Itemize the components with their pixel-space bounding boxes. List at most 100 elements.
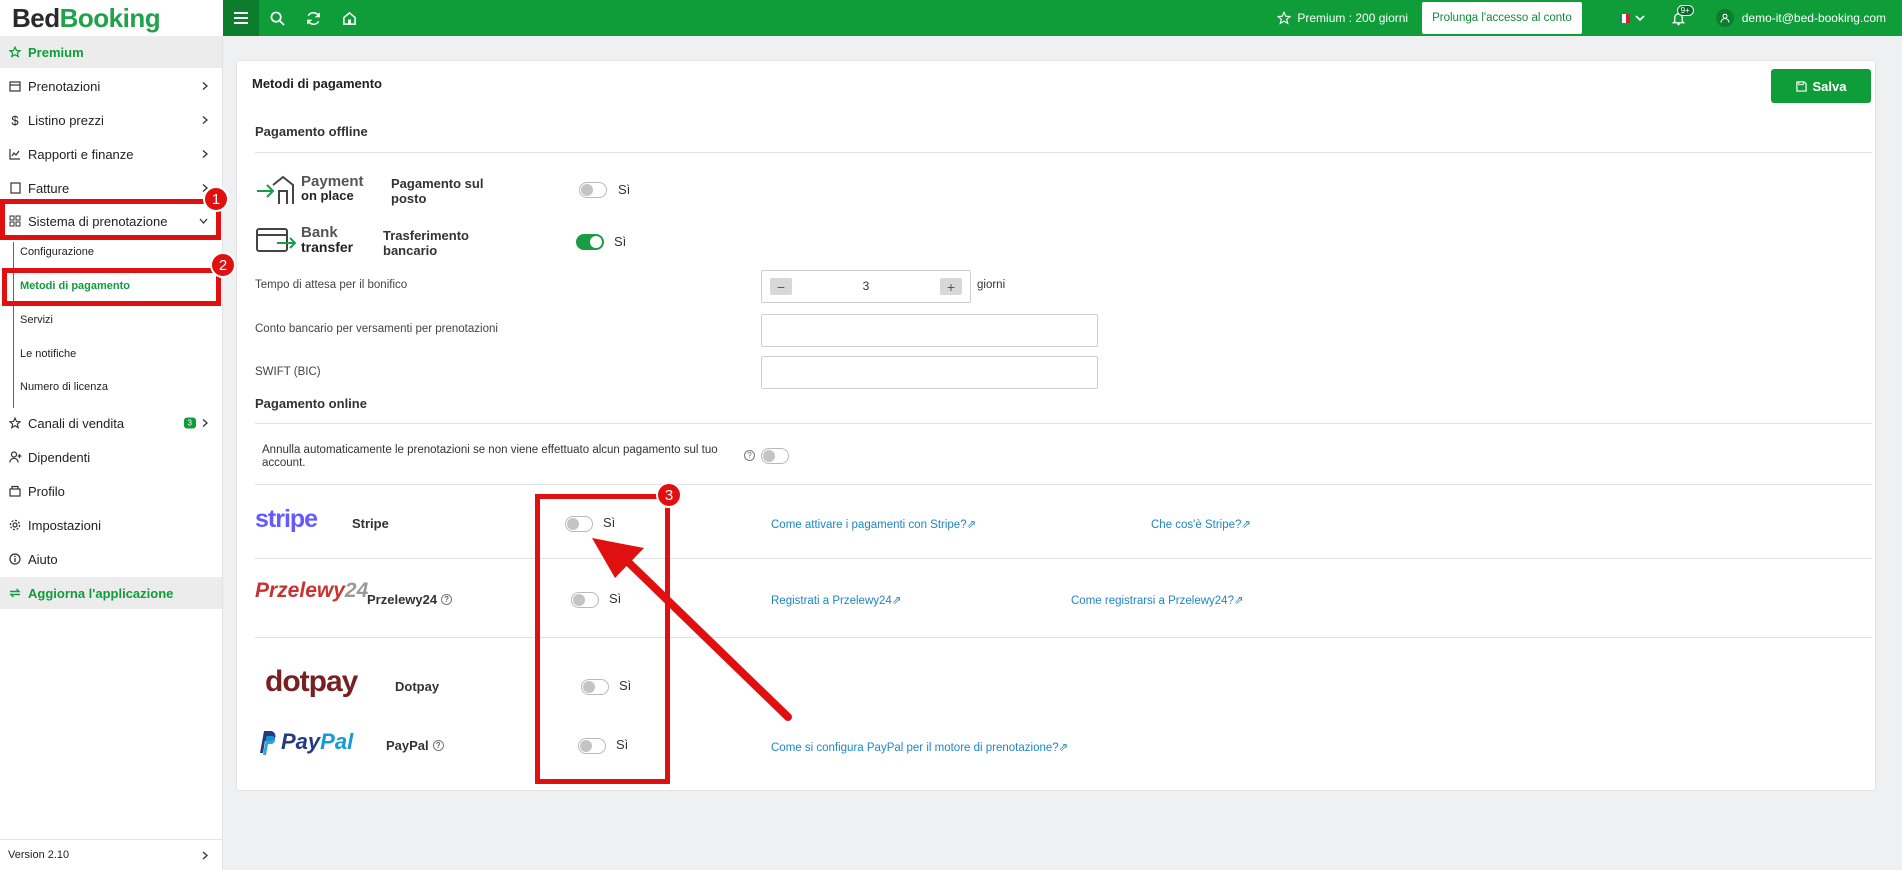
swift-input[interactable] [761, 356, 1098, 389]
chevron-down-icon [1635, 14, 1645, 21]
payment-on-place-name: Pagamento sul posto [391, 176, 484, 206]
bank-transfer-logo: Bank transfer [255, 225, 353, 255]
refresh-button[interactable] [295, 0, 331, 36]
chevron-right-icon [202, 82, 208, 91]
wait-time-value[interactable]: 3 [762, 279, 970, 293]
logo[interactable]: BedBooking [12, 3, 161, 34]
annotation-number-1: 1 [203, 186, 229, 212]
search-button[interactable] [259, 0, 295, 36]
przelewy24-how-link[interactable]: Come registrarsi a Przelewy24?⇗ [1071, 593, 1244, 607]
sidebar-sub-servizi[interactable]: Servizi [20, 310, 53, 330]
chevron-right-icon [202, 116, 208, 125]
sidebar-item-dipendenti[interactable]: Dipendenti [0, 441, 222, 473]
user-icon [1715, 9, 1734, 27]
notifications-button[interactable]: 9+ [1671, 4, 1694, 26]
stripe-what-link[interactable]: Che cos'è Stripe?⇗ [1151, 517, 1251, 531]
building-icon [8, 485, 22, 497]
bank-account-input[interactable] [761, 314, 1098, 347]
star-icon [8, 46, 22, 58]
auto-cancel-toggle[interactable] [761, 448, 789, 464]
sidebar-sub-notifiche[interactable]: Le notifiche [20, 344, 76, 364]
annotation-box-3 [535, 494, 670, 784]
version-info[interactable]: Version 2.10 [0, 839, 222, 870]
stripe-name: Stripe [352, 516, 389, 531]
auto-cancel-text: Annulla automaticamente le prenotazioni … [262, 444, 718, 469]
stripe-activate-link[interactable]: Come attivare i pagamenti con Stripe?⇗ [771, 517, 976, 531]
payment-on-place-yes: Sì [618, 182, 631, 197]
sidebar-item-aggiorna[interactable]: Aggiorna l'applicazione [0, 577, 222, 609]
bank-transfer-name: Trasferimento bancario [383, 228, 469, 258]
premium-days: Premium : 200 giorni [1297, 11, 1409, 25]
star-icon [8, 417, 22, 429]
paypal-icon [260, 731, 276, 755]
annotation-box-2 [2, 268, 221, 306]
floppy-icon [1795, 80, 1807, 92]
przelewy24-logo: Przelewy 24 [255, 579, 369, 602]
divider [255, 558, 1872, 559]
logo-area: BedBooking [0, 0, 223, 36]
language-selector[interactable] [1617, 13, 1645, 23]
wait-time-label: Tempo di attesa per il bonifico [255, 279, 408, 291]
sidebar-item-prenotazioni[interactable]: Prenotazioni [0, 70, 222, 102]
online-section-title: Pagamento online [255, 396, 367, 411]
topbar-right: Premium : 200 giorni Prolunga l'accesso … [1277, 0, 1902, 36]
annotation-number-2: 2 [210, 252, 236, 278]
chevron-right-icon [202, 851, 208, 860]
sidebar-item-profilo[interactable]: Profilo [0, 475, 222, 507]
help-icon[interactable]: ? [744, 450, 755, 461]
sidebar-item-rapporti-finanze[interactable]: Rapporti e finanze [0, 138, 222, 170]
przelewy24-name: Przelewy24? [367, 592, 453, 607]
chevron-right-icon [202, 150, 208, 159]
wait-time-stepper: − 3 + [761, 270, 971, 303]
sidebar-item-aiuto[interactable]: Aiuto [0, 543, 222, 575]
annotation-number-3: 3 [656, 482, 682, 508]
home-button[interactable] [331, 0, 367, 36]
sidebar: Premium Prenotazioni $ Listino prezzi Ra… [0, 36, 223, 870]
offline-section-title: Pagamento offline [255, 124, 368, 139]
bank-transfer-icon [256, 228, 297, 252]
sidebar-item-premium[interactable]: Premium [0, 36, 222, 68]
payment-on-place-logo: Payment on place [255, 173, 364, 205]
divider [255, 152, 1872, 153]
bank-transfer-yes: Sì [614, 234, 627, 249]
increment-button[interactable]: + [940, 278, 962, 295]
channels-badge: 3 [183, 417, 196, 429]
payment-on-place-toggle[interactable] [579, 182, 607, 198]
help-icon[interactable]: ? [441, 594, 453, 605]
notification-count: 9+ [1676, 4, 1694, 16]
sidebar-item-listino-prezzi[interactable]: $ Listino prezzi [0, 104, 222, 136]
annotation-box-1 [0, 199, 221, 240]
dollar-icon: $ [11, 112, 19, 128]
premium-info: Premium : 200 giorni [1277, 11, 1408, 25]
przelewy24-register-link[interactable]: Registrati a Przelewy24⇗ [771, 593, 901, 607]
swift-label: SWIFT (BIC) [255, 366, 321, 378]
user-email: demo-it@bed-booking.com [1741, 11, 1886, 25]
extend-access-button[interactable]: Prolunga l'accesso al conto [1422, 2, 1582, 34]
calendar-icon [8, 80, 22, 92]
dotpay-logo: dotpay [265, 665, 358, 698]
sidebar-sub-configurazione[interactable]: Configurazione [20, 242, 94, 262]
dotpay-name: Dotpay [395, 679, 440, 694]
bank-account-label: Conto bancario per versamenti per prenot… [255, 323, 498, 335]
submenu-line [13, 242, 14, 408]
payment-methods-card: Metodi di pagamento Salva Pagamento offl… [236, 60, 1876, 791]
bank-transfer-toggle[interactable] [576, 234, 604, 250]
chevron-right-icon [202, 419, 208, 428]
menu-button[interactable] [223, 0, 259, 36]
sidebar-item-canali-vendita[interactable]: Canali di vendita 3 [0, 407, 222, 439]
save-button[interactable]: Salva [1771, 69, 1871, 103]
refresh-icon [306, 11, 320, 25]
sidebar-item-impostazioni[interactable]: Impostazioni [0, 509, 222, 541]
help-icon[interactable]: ? [432, 740, 444, 751]
sidebar-sub-numero-licenza[interactable]: Numero di licenza [20, 377, 108, 397]
gear-icon [8, 519, 22, 531]
italy-flag-icon [1617, 13, 1630, 23]
divider [255, 637, 1872, 638]
paypal-config-link[interactable]: Come si configura PayPal per il motore d… [771, 740, 1068, 754]
sync-icon [8, 587, 22, 599]
paypal-name: PayPal? [386, 738, 444, 753]
user-menu[interactable]: demo-it@bed-booking.com [1715, 9, 1886, 27]
wait-time-unit: giorni [977, 279, 1006, 291]
divider [255, 484, 1872, 485]
home-icon [342, 11, 356, 25]
